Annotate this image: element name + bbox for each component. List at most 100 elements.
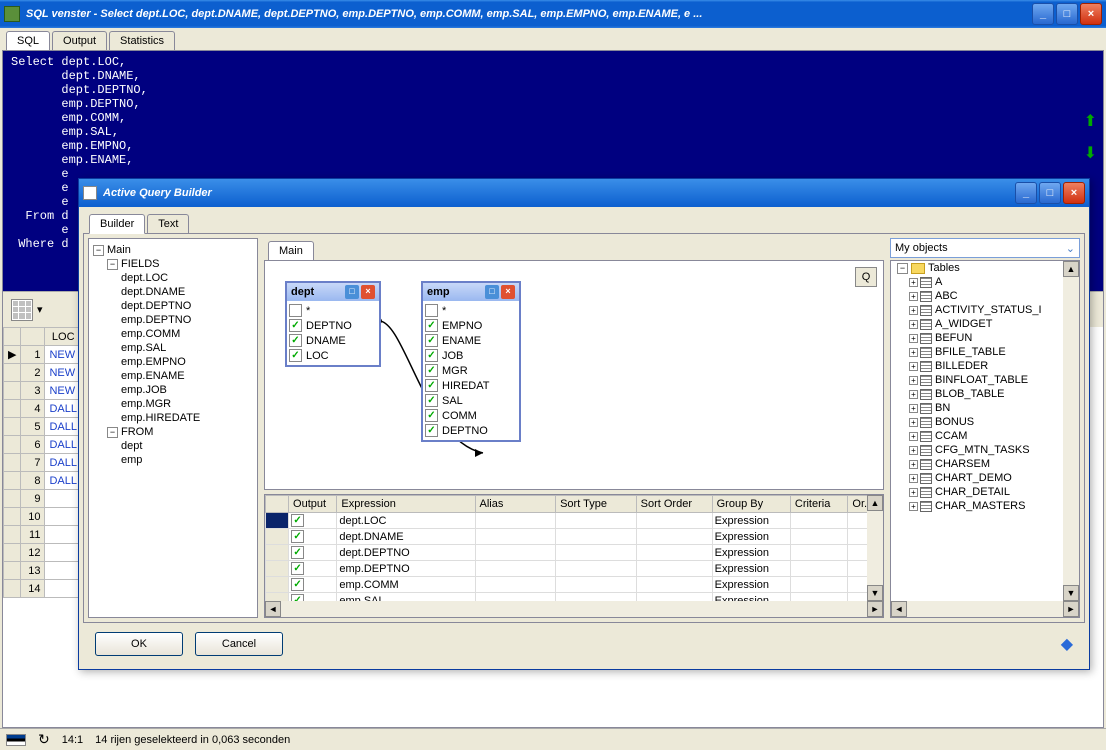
object-item[interactable]: +CHAR_MASTERS bbox=[891, 499, 1079, 513]
scroll-right-icon[interactable]: ► bbox=[1063, 601, 1079, 617]
collapse-icon[interactable]: − bbox=[107, 427, 118, 438]
expand-icon[interactable]: + bbox=[909, 320, 918, 329]
tab-output[interactable]: Output bbox=[52, 31, 107, 50]
expand-icon[interactable]: + bbox=[909, 446, 918, 455]
table-dept[interactable]: dept □ × * DEPTNO DNAME LOC bbox=[285, 281, 381, 367]
dropdown-icon[interactable]: ▾ bbox=[37, 303, 43, 316]
table-close-icon[interactable]: × bbox=[501, 285, 515, 299]
tree-field-item[interactable]: dept.DEPTNO bbox=[93, 299, 253, 313]
tree-field-item[interactable]: dept.DNAME bbox=[93, 285, 253, 299]
table-maximize-icon[interactable]: □ bbox=[485, 285, 499, 299]
tree-field-item[interactable]: emp.EMPNO bbox=[93, 355, 253, 369]
scroll-up-icon[interactable]: ⬆ bbox=[1084, 111, 1097, 131]
expand-icon[interactable]: + bbox=[909, 348, 918, 357]
tab-builder[interactable]: Builder bbox=[89, 214, 145, 234]
checkbox[interactable] bbox=[425, 304, 438, 317]
dialog-close-button[interactable]: × bbox=[1063, 182, 1085, 204]
object-item[interactable]: +BLOB_TABLE bbox=[891, 387, 1079, 401]
object-item[interactable]: +BFILE_TABLE bbox=[891, 345, 1079, 359]
table-close-icon[interactable]: × bbox=[361, 285, 375, 299]
scroll-down-icon[interactable]: ▼ bbox=[867, 585, 883, 601]
table-maximize-icon[interactable]: □ bbox=[345, 285, 359, 299]
main-titlebar[interactable]: SQL venster - Select dept.LOC, dept.DNAM… bbox=[0, 0, 1106, 28]
object-item[interactable]: +ABC bbox=[891, 289, 1079, 303]
scroll-down-icon[interactable]: ⬇ bbox=[1084, 143, 1097, 163]
checkbox[interactable] bbox=[425, 424, 438, 437]
dialog-maximize-button[interactable]: □ bbox=[1039, 182, 1061, 204]
checkbox[interactable] bbox=[289, 349, 302, 362]
expand-icon[interactable]: + bbox=[909, 488, 918, 497]
checkbox[interactable] bbox=[425, 379, 438, 392]
scroll-left-icon[interactable]: ◄ bbox=[265, 601, 281, 617]
tree-field-item[interactable]: dept.LOC bbox=[93, 271, 253, 285]
checkbox[interactable] bbox=[291, 546, 304, 559]
object-item[interactable]: +BINFLOAT_TABLE bbox=[891, 373, 1079, 387]
expand-icon[interactable]: + bbox=[909, 502, 918, 511]
horizontal-scrollbar[interactable]: ◄► bbox=[265, 601, 883, 617]
object-item[interactable]: +ACTIVITY_STATUS_I bbox=[891, 303, 1079, 317]
col-groupby[interactable]: Group By bbox=[712, 496, 790, 513]
expand-icon[interactable]: + bbox=[909, 390, 918, 399]
col-loc[interactable]: LOC bbox=[45, 328, 82, 346]
tree-field-item[interactable]: emp.MGR bbox=[93, 397, 253, 411]
scroll-up-icon[interactable]: ▲ bbox=[1063, 261, 1079, 277]
checkbox[interactable] bbox=[291, 530, 304, 543]
dialog-minimize-button[interactable]: _ bbox=[1015, 182, 1037, 204]
tree-field-item[interactable]: emp.ENAME bbox=[93, 369, 253, 383]
tab-text[interactable]: Text bbox=[147, 214, 189, 233]
expand-icon[interactable]: + bbox=[909, 376, 918, 385]
checkbox[interactable] bbox=[425, 364, 438, 377]
refresh-icon[interactable]: ↻ bbox=[38, 731, 50, 748]
info-icon[interactable]: ◆ bbox=[1061, 634, 1073, 654]
horizontal-scrollbar[interactable]: ◄► bbox=[891, 601, 1079, 617]
expand-icon[interactable]: + bbox=[909, 474, 918, 483]
object-item[interactable]: +CHARSEM bbox=[891, 457, 1079, 471]
grid-layout-icon[interactable] bbox=[11, 299, 33, 321]
object-item[interactable]: +BILLEDER bbox=[891, 359, 1079, 373]
expand-icon[interactable]: + bbox=[909, 460, 918, 469]
expand-icon[interactable]: + bbox=[909, 292, 918, 301]
table-emp[interactable]: emp □ × * EMPNO ENAME JOB MGR HIREDAT SA… bbox=[421, 281, 521, 442]
cancel-button[interactable]: Cancel bbox=[195, 632, 283, 656]
scroll-right-icon[interactable]: ► bbox=[867, 601, 883, 617]
object-item[interactable]: +CHART_DEMO bbox=[891, 471, 1079, 485]
checkbox[interactable] bbox=[289, 319, 302, 332]
scroll-left-icon[interactable]: ◄ bbox=[891, 601, 907, 617]
collapse-icon[interactable]: − bbox=[897, 263, 908, 274]
checkbox[interactable] bbox=[425, 349, 438, 362]
tree-field-item[interactable]: emp.COMM bbox=[93, 327, 253, 341]
object-item[interactable]: +BONUS bbox=[891, 415, 1079, 429]
checkbox[interactable] bbox=[289, 334, 302, 347]
expand-icon[interactable]: + bbox=[909, 306, 918, 315]
ok-button[interactable]: OK bbox=[95, 632, 183, 656]
tree-field-item[interactable]: emp.SAL bbox=[93, 341, 253, 355]
object-item[interactable]: +CHAR_DETAIL bbox=[891, 485, 1079, 499]
expand-icon[interactable]: + bbox=[909, 334, 918, 343]
objects-tree[interactable]: −Tables +A+ABC+ACTIVITY_STATUS_I+A_WIDGE… bbox=[890, 260, 1080, 618]
col-sortorder[interactable]: Sort Order bbox=[636, 496, 712, 513]
minimize-button[interactable]: _ bbox=[1032, 3, 1054, 25]
scroll-up-icon[interactable]: ▲ bbox=[867, 495, 883, 511]
close-button[interactable]: × bbox=[1080, 3, 1102, 25]
object-item[interactable]: +CFG_MTN_TASKS bbox=[891, 443, 1079, 457]
checkbox[interactable] bbox=[425, 334, 438, 347]
output-columns-grid[interactable]: Output Expression Alias Sort Type Sort O… bbox=[264, 494, 884, 618]
diagram-canvas[interactable]: Q dept □ × * DEPTNO DNAME bbox=[264, 260, 884, 490]
object-item[interactable]: +BEFUN bbox=[891, 331, 1079, 345]
object-item[interactable]: +A_WIDGET bbox=[891, 317, 1079, 331]
vertical-scrollbar[interactable]: ▲▼ bbox=[1063, 261, 1079, 601]
expand-icon[interactable]: + bbox=[909, 418, 918, 427]
scroll-down-icon[interactable]: ▼ bbox=[1063, 585, 1079, 601]
checkbox[interactable] bbox=[291, 578, 304, 591]
objects-combo[interactable]: My objects⌄ bbox=[890, 238, 1080, 258]
tab-sql[interactable]: SQL bbox=[6, 31, 50, 51]
col-alias[interactable]: Alias bbox=[475, 496, 556, 513]
col-expression[interactable]: Expression bbox=[337, 496, 475, 513]
col-sorttype[interactable]: Sort Type bbox=[556, 496, 637, 513]
checkbox[interactable] bbox=[291, 562, 304, 575]
tree-from-item[interactable]: dept bbox=[93, 439, 253, 453]
checkbox[interactable] bbox=[291, 514, 304, 527]
object-item[interactable]: +A bbox=[891, 275, 1079, 289]
object-item[interactable]: +CCAM bbox=[891, 429, 1079, 443]
checkbox[interactable] bbox=[289, 304, 302, 317]
